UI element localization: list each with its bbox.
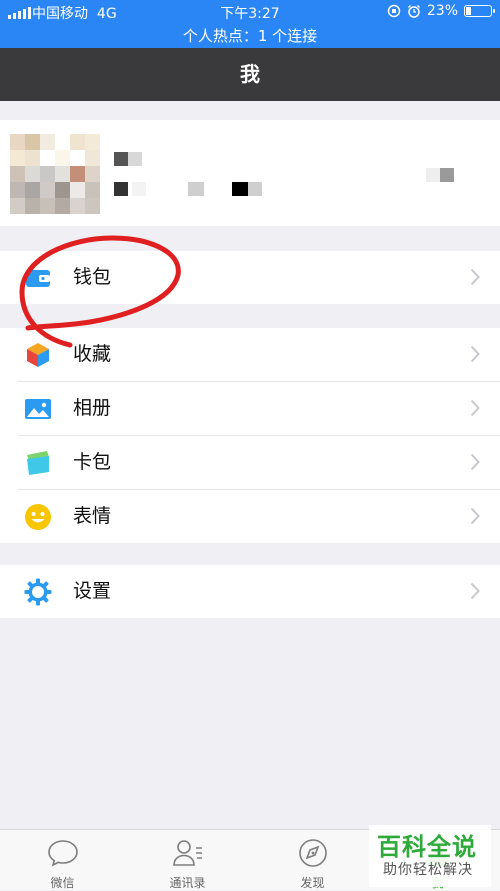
tab-discover[interactable]: 发现	[250, 830, 375, 890]
orientation-lock-icon	[387, 4, 401, 18]
menu-label: 设置	[73, 580, 112, 602]
battery-percent: 23%	[426, 3, 458, 19]
pixelated-id-part	[132, 182, 146, 196]
menu-label: 相册	[73, 397, 112, 419]
chevron-right-icon	[470, 268, 480, 286]
chevron-right-icon	[470, 453, 480, 471]
menu-label: 收藏	[73, 343, 112, 365]
menu-item-emoji[interactable]: 表情	[18, 490, 500, 543]
pixelated-name-part	[128, 152, 142, 166]
favorites-cube-icon	[27, 343, 49, 367]
chevron-right-icon	[470, 345, 480, 363]
menu-item-settings[interactable]: 设置	[18, 565, 500, 618]
menu-item-card-package[interactable]: 卡包	[18, 436, 500, 490]
menu-item-album[interactable]: 相册	[18, 382, 500, 436]
pixelated-id-part	[232, 182, 248, 196]
battery-level-fill	[466, 7, 471, 15]
avatar[interactable]	[10, 134, 100, 214]
pixelated-id-part	[188, 182, 204, 196]
pixelated-qr-icon-part	[440, 168, 454, 182]
tab-chats[interactable]: 微信	[0, 830, 125, 890]
watermark-subtitle: 助你轻松解决	[383, 862, 473, 878]
emoji-smile-icon	[25, 504, 51, 530]
hotspot-banner[interactable]: 个人热点：1 个连接	[0, 25, 500, 46]
battery-icon	[464, 5, 495, 17]
pixelated-qr-icon[interactable]	[426, 168, 440, 182]
album-icon	[25, 399, 51, 419]
settings-group: 设置	[0, 565, 500, 618]
pixelated-name	[114, 152, 128, 166]
tab-label: 微信	[50, 876, 75, 890]
chevron-right-icon	[470, 582, 480, 600]
chevron-right-icon	[470, 507, 480, 525]
alarm-clock-icon	[407, 4, 420, 18]
watermark-title: 百科全说	[377, 833, 477, 861]
settings-gear-icon	[24, 578, 52, 606]
tab-contacts[interactable]: 通讯录	[125, 830, 250, 890]
card-package-icon	[27, 451, 49, 475]
wallet-group: 钱包	[0, 251, 500, 304]
menu-item-wallet[interactable]: 钱包	[18, 251, 500, 304]
pixelated-id-part	[248, 182, 262, 196]
compass-icon	[299, 839, 327, 867]
tab-label: 通讯录	[169, 876, 206, 890]
contacts-icon	[173, 840, 202, 866]
menu-label: 钱包	[73, 266, 112, 288]
collection-group: 收藏 相册 卡包 表情	[0, 328, 500, 543]
chevron-right-icon	[470, 399, 480, 417]
menu-label: 表情	[73, 505, 112, 527]
profile-card[interactable]	[0, 120, 500, 226]
watermark: 百科全说 助你轻松解决	[369, 825, 491, 887]
menu-item-favorites[interactable]: 收藏	[18, 328, 500, 382]
status-bar: 中国移动 4G 下午3:27 23% 个人热点：1 个连接	[0, 0, 500, 48]
pixelated-id	[114, 182, 128, 196]
menu-label: 卡包	[73, 451, 112, 473]
chat-bubble-icon	[48, 840, 78, 867]
page-title: 我	[240, 62, 260, 86]
wallet-icon	[26, 270, 50, 287]
nav-bar: 我	[0, 48, 500, 101]
tab-label: 发现	[300, 876, 325, 890]
